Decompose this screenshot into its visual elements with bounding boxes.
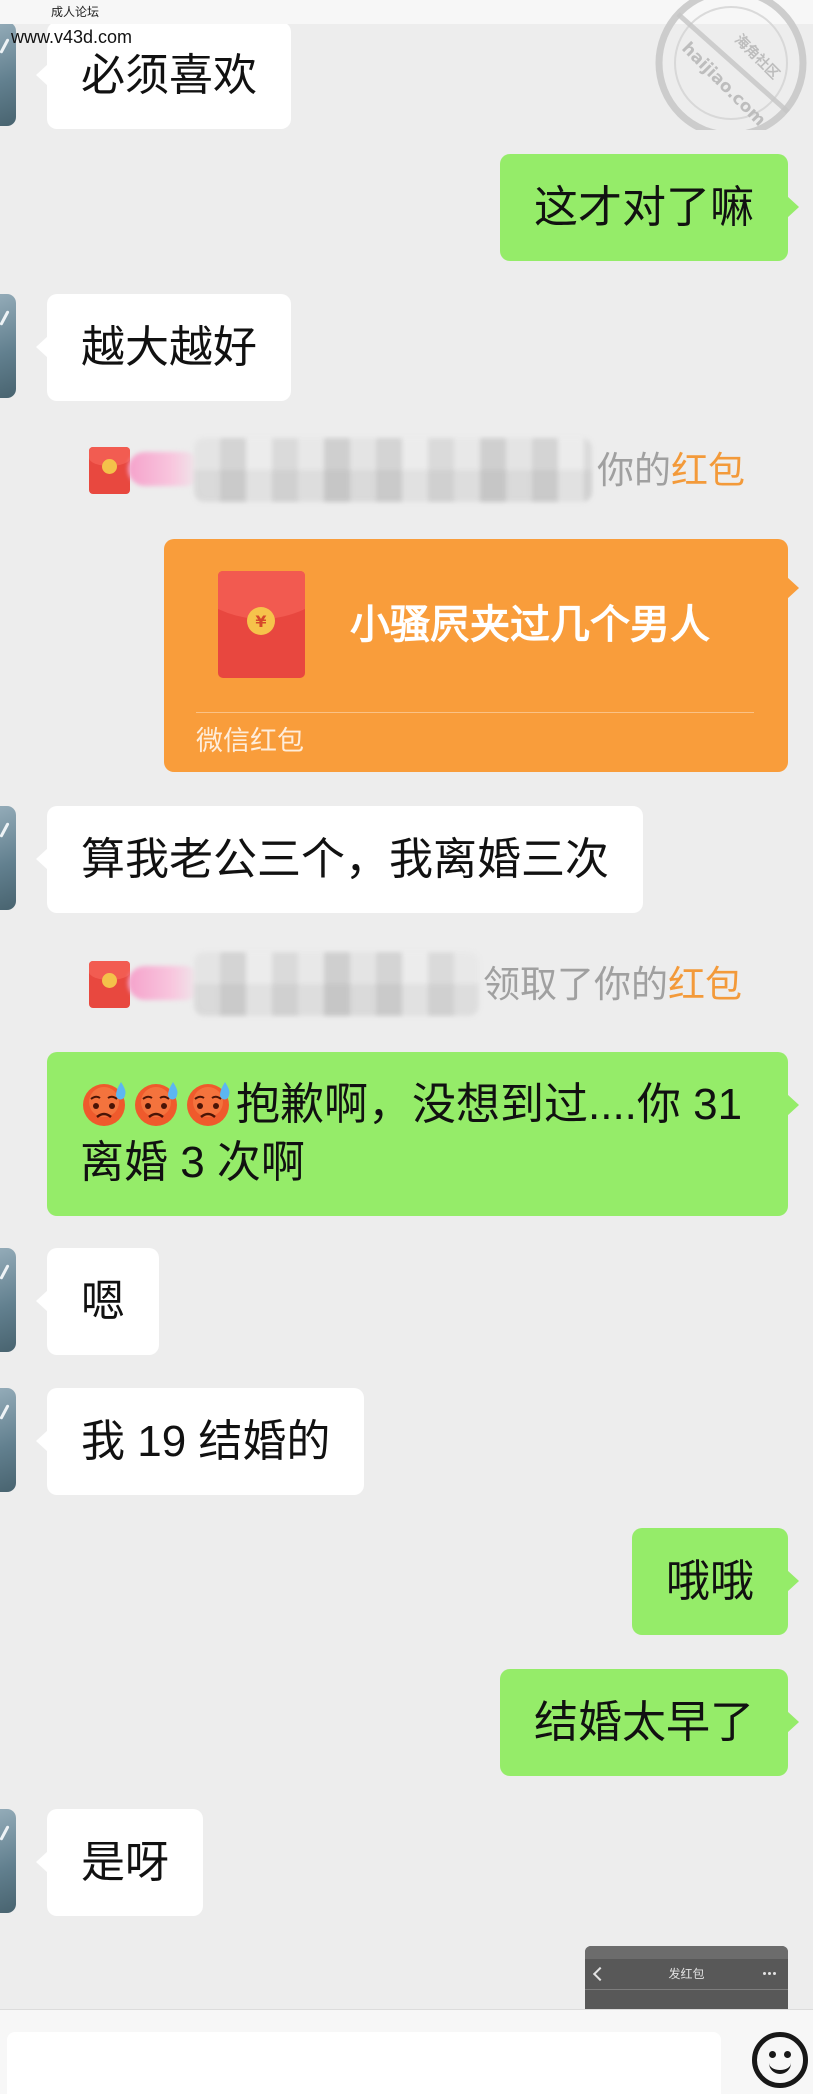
message-bubble-sent[interactable]: 哦哦 [632,1528,799,1635]
message-text: 哦哦 [666,1557,754,1606]
message-text: 必须喜欢 [81,51,257,100]
message-text: 我 19 结婚的 [81,1417,331,1466]
red-packet-card[interactable]: ¥ 小骚屄夹过几个男人 微信红包 [164,539,799,772]
contact-avatar[interactable] [0,806,16,910]
sweat-face-icon [83,1082,126,1126]
input-bar [0,2009,813,2094]
red-envelope-seal [102,459,117,474]
sweat-face-icon [187,1082,230,1126]
red-envelope-icon: ¥ [218,571,305,678]
thumbnail-title: 发红包 [668,1967,705,1981]
message-bubble-received[interactable]: 嗯 [36,1248,159,1355]
more-icon [763,1972,779,1976]
contact-avatar[interactable] [0,1248,16,1352]
watermark-text-cn: 海角社区 [731,31,783,83]
message-text: 越大越好 [81,323,257,372]
contact-avatar[interactable] [0,294,16,398]
message-bubble-received[interactable]: 是呀 [36,1809,203,1916]
red-packet-link[interactable]: 红包 [668,964,742,1005]
watermark-logo: 海角社区 haijiao.com [655,0,807,130]
message-text: 结婚太早了 [534,1698,754,1747]
red-envelope-seal [102,973,117,988]
redacted-name-smudge [128,966,202,1000]
emoji-icon[interactable] [752,2032,808,2088]
notice-text-body: 你的 [597,450,671,491]
message-bubble-received[interactable]: 越大越好 [36,294,291,401]
notice-text-body: 领取了你的 [483,964,668,1005]
red-packet-link[interactable]: 红包 [671,450,745,491]
system-notice: 你的红包 [0,438,813,502]
redacted-name-mosaic [194,438,592,502]
message-text: 算我老公三个，我离婚三次 [81,835,609,884]
notice-text: 你的红包 [597,447,745,494]
site-label: 成人论坛 [51,5,100,19]
redacted-name-mosaic [194,952,479,1016]
message-text: 嗯 [81,1277,125,1326]
red-envelope-icon [89,447,130,494]
site-url: www.v43d.com [11,27,133,47]
message-bubble-sent[interactable]: 这才对了嘛 [500,154,799,261]
emoji-mouth [769,2059,791,2074]
message-text: 是呀 [81,1838,169,1887]
contact-avatar[interactable] [0,1388,16,1492]
message-bubble-received[interactable]: 我 19 结婚的 [35,1388,365,1495]
message-bubble-sent[interactable]: 抱歉啊，没想到过....你 31 离婚 3 次啊 [47,1052,799,1216]
red-envelope-icon [89,961,130,1008]
currency-symbol: ¥ [255,612,266,631]
emoji-eye-left [769,2051,776,2058]
redacted-name-smudge [128,452,202,486]
sweat-face-icon [135,1082,178,1126]
message-bubble-received[interactable]: 算我老公三个，我离婚三次 [36,806,643,913]
contact-avatar[interactable] [0,1809,16,1913]
system-notice: 领取了你的红包 [0,952,813,1016]
message-bubble-sent[interactable]: 结婚太早了 [500,1669,799,1776]
red-packet-divider [196,712,754,713]
red-packet-footer: 微信红包 [196,726,304,756]
emoji-eye-right [784,2051,791,2058]
red-packet-message: 小骚屄夹过几个男人 [350,603,710,647]
image-message[interactable]: 发红包 [585,1946,788,2009]
thumbnail-status-bar [585,1946,788,1959]
notice-text: 领取了你的红包 [483,961,742,1008]
thumbnail-header: 发红包 [585,1959,788,1990]
message-text: 这才对了嘛 [534,183,754,232]
chat-input[interactable] [7,2032,721,2094]
